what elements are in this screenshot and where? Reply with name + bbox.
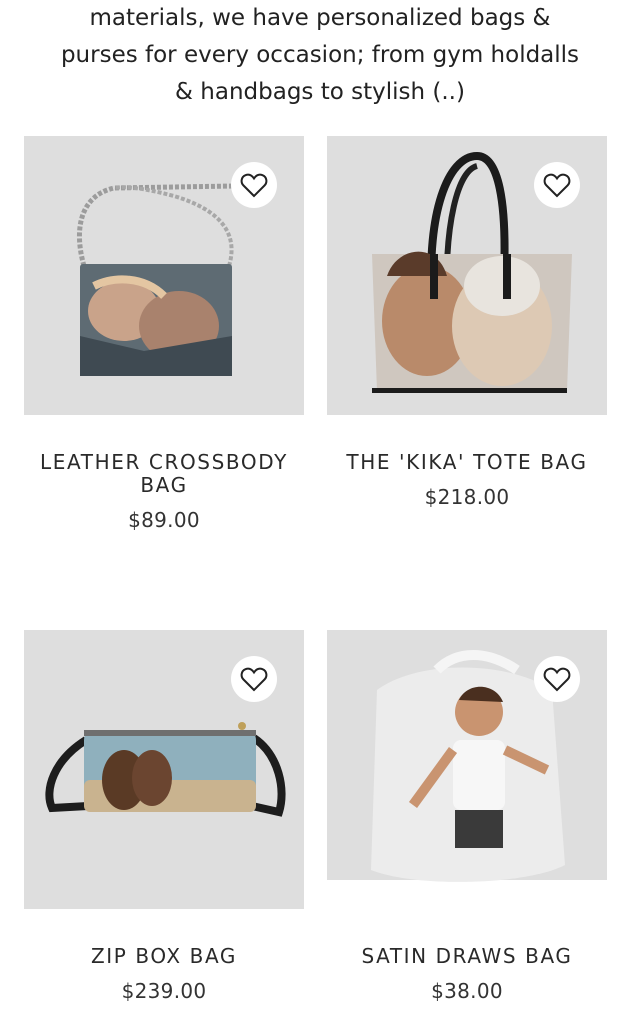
product-price: $218.00 [424, 485, 510, 509]
product-card-zip-box[interactable]: ZIP BOX BAG $239.00 [24, 630, 304, 1003]
product-title[interactable]: LEATHER CROSSBODY BAG [28, 451, 300, 497]
product-card-satin-draws[interactable]: SATIN DRAWS BAG $38.00 [327, 630, 607, 1003]
product-card-tote[interactable]: THE 'KIKA' TOTE BAG $218.00 [327, 136, 607, 509]
heart-outline-icon [543, 667, 571, 692]
product-title[interactable]: ZIP BOX BAG [28, 945, 300, 968]
heart-outline-icon [240, 667, 268, 692]
product-price: $89.00 [128, 508, 200, 532]
product-card-crossbody[interactable]: LEATHER CROSSBODY BAG $89.00 [24, 136, 304, 532]
intro-line-1: materials, we have personalized bags & [89, 5, 551, 31]
product-image-crossbody[interactable] [24, 136, 304, 415]
product-image-zip-box[interactable] [24, 630, 304, 909]
favorite-button[interactable] [231, 162, 277, 208]
favorite-button[interactable] [534, 162, 580, 208]
favorite-button[interactable] [231, 656, 277, 702]
intro-text: materials, we have personalized bags & p… [40, 0, 600, 111]
product-image-tote[interactable] [327, 136, 607, 415]
intro-line-2: purses for every occasion; from gym hold… [60, 42, 580, 68]
favorite-button[interactable] [534, 656, 580, 702]
intro-line-3: & handbags to stylish (..) [175, 79, 465, 105]
product-title[interactable]: THE 'KIKA' TOTE BAG [331, 451, 603, 474]
product-title[interactable]: SATIN DRAWS BAG [331, 945, 603, 968]
heart-outline-icon [240, 173, 268, 198]
product-image-satin-draws[interactable] [327, 630, 607, 909]
heart-outline-icon [543, 173, 571, 198]
product-price: $239.00 [121, 979, 207, 1003]
product-price: $38.00 [431, 979, 503, 1003]
